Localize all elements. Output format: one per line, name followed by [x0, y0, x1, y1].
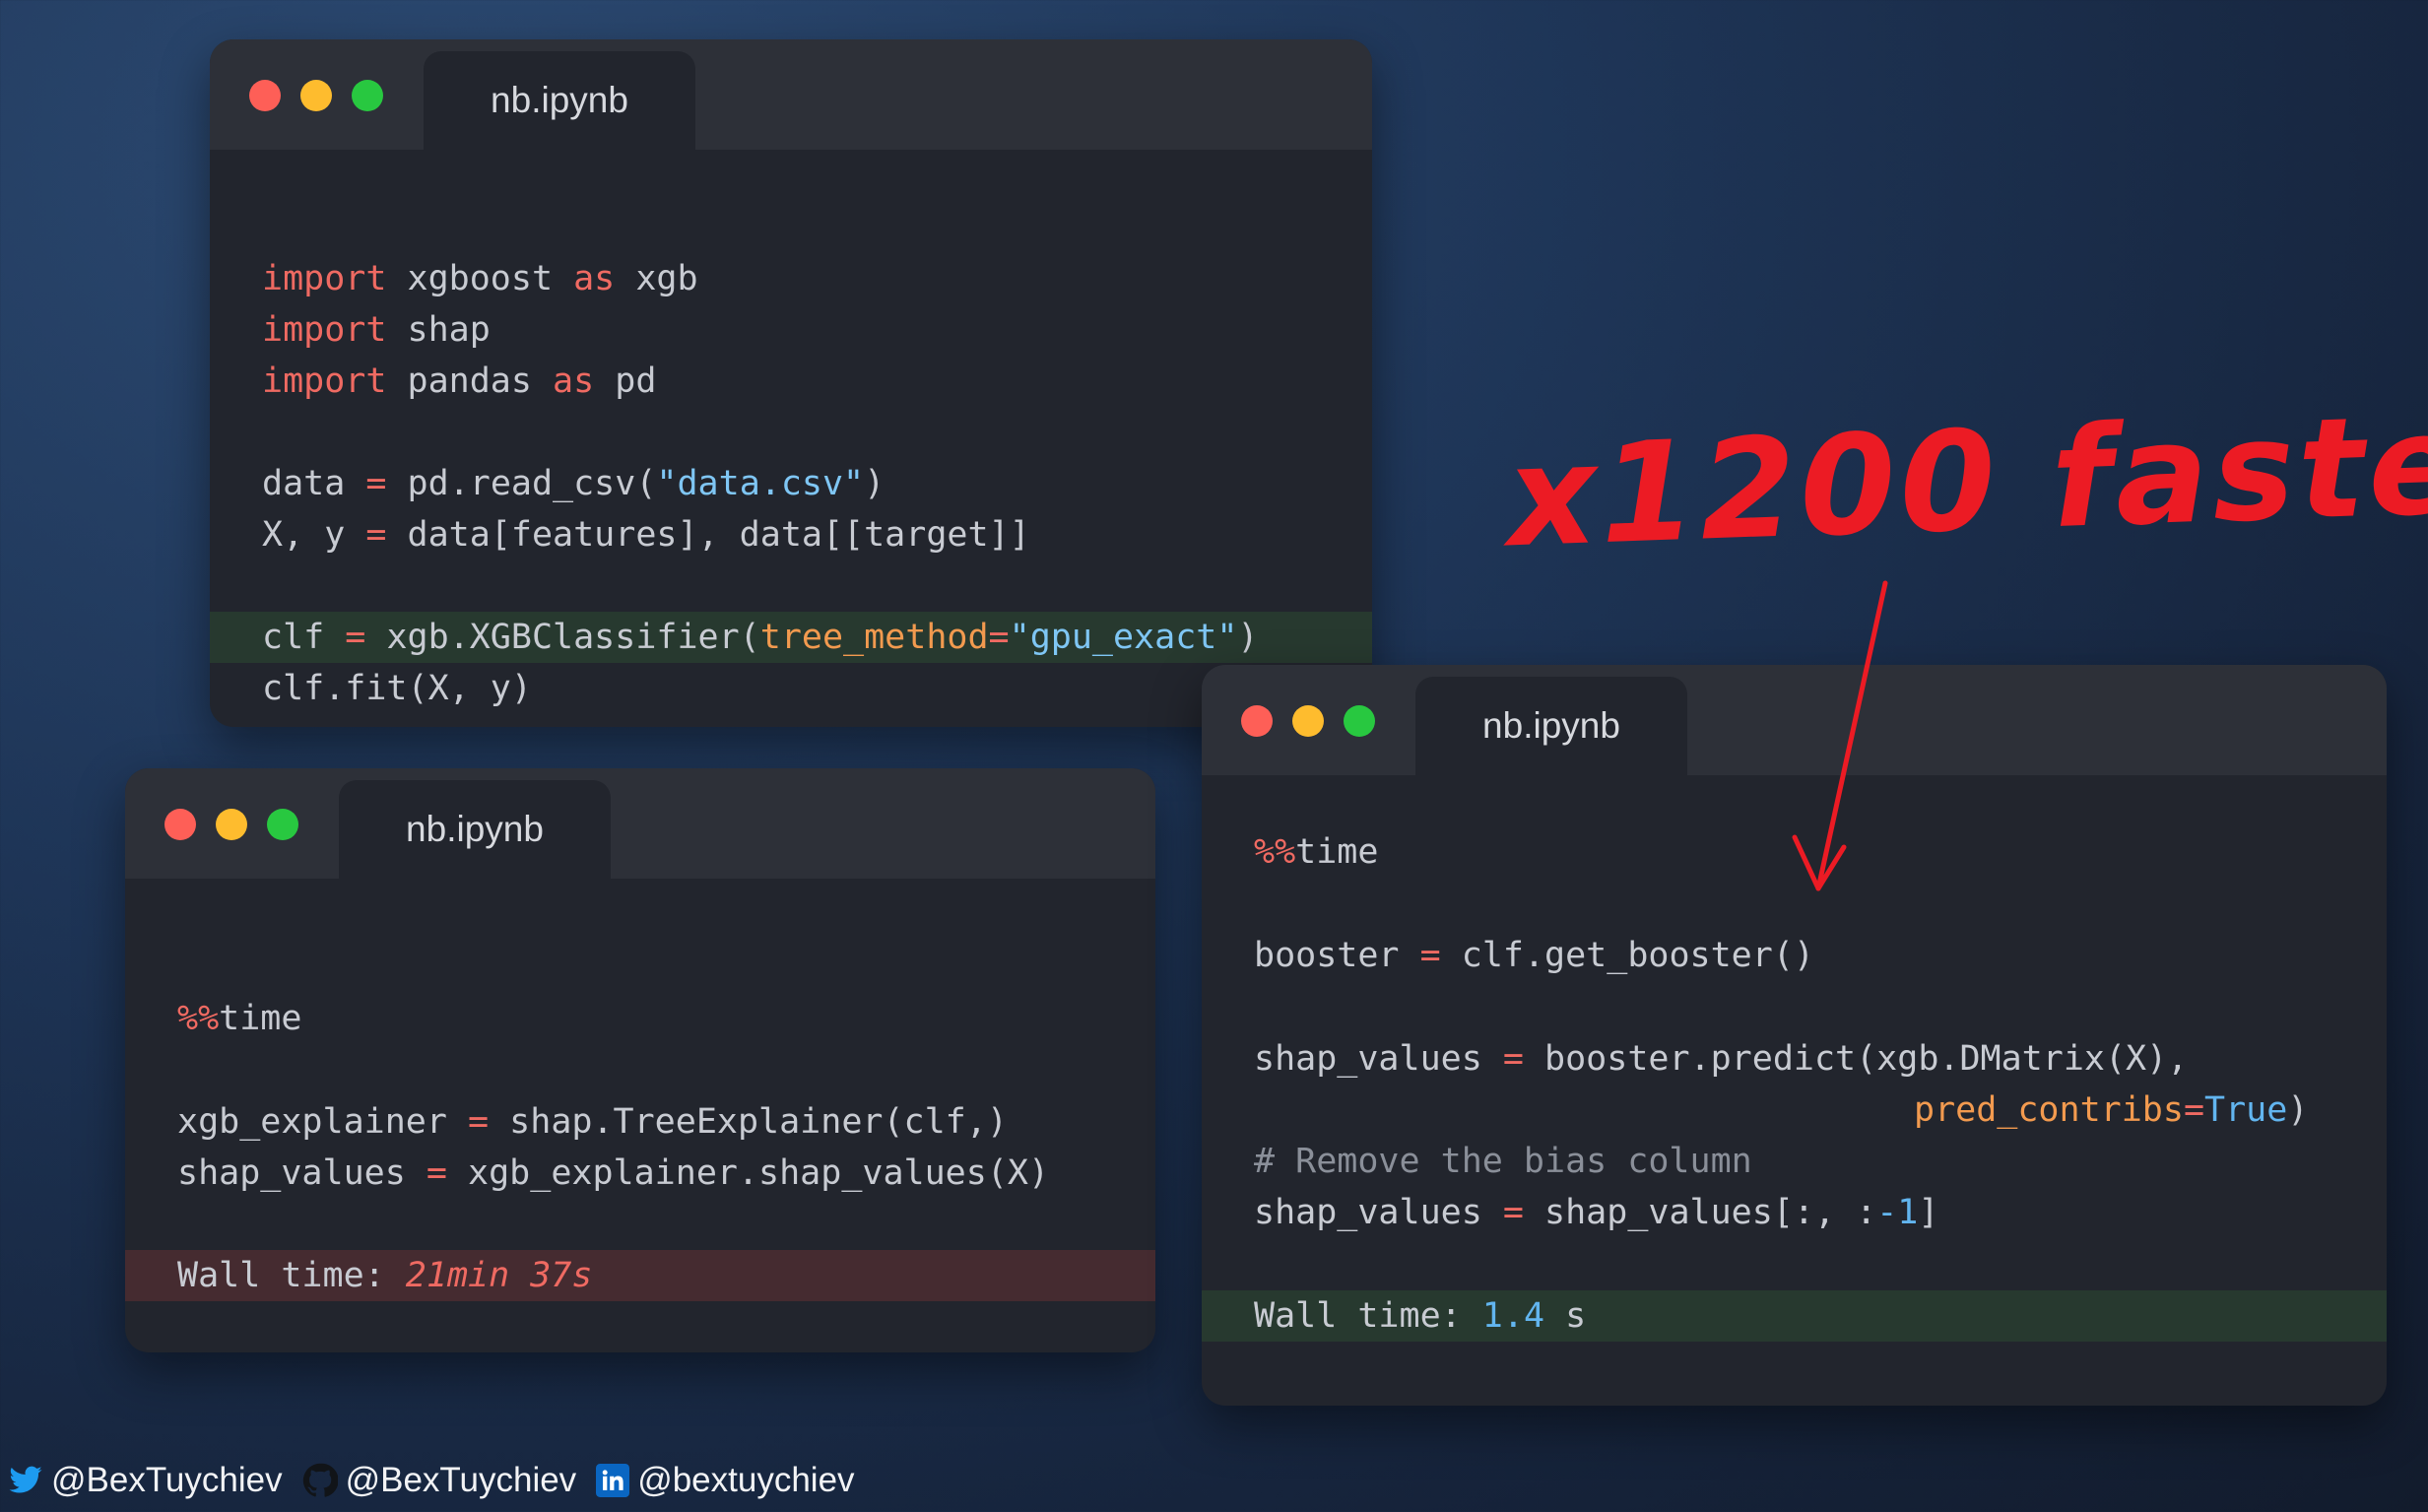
social-footer: @BexTuychiev @BexTuychiev @bextuychiev	[8, 1456, 875, 1505]
close-window-button[interactable]	[164, 809, 196, 840]
code-line: xgb_explainer = shap.TreeExplainer(clf,)	[177, 1102, 1008, 1142]
code-line: X, y = data[features], data[[target]]	[262, 515, 1030, 555]
maximize-window-button[interactable]	[352, 80, 383, 111]
code-line: %%time	[177, 999, 302, 1038]
speedup-annotation: x1200 faster!	[1504, 379, 2428, 579]
code-line: shap_values = booster.predict(xgb.DMatri…	[1254, 1039, 2189, 1079]
code-line: shap_values = xgb_explainer.shap_values(…	[177, 1153, 1050, 1193]
twitter-handle[interactable]: @BexTuychiev	[8, 1461, 283, 1500]
linkedin-icon	[596, 1464, 630, 1497]
wall-time-output-fast: Wall time: 1.4 s	[1202, 1290, 2387, 1342]
tab-nb-ipynb[interactable]: nb.ipynb	[339, 780, 611, 879]
github-handle[interactable]: @BexTuychiev	[302, 1461, 576, 1500]
top-notebook-window: nb.ipynb import xgboost as xgb import sh…	[210, 39, 1372, 727]
close-window-button[interactable]	[249, 80, 281, 111]
code-line: clf.fit(X, y)	[262, 669, 532, 708]
annotation-arrow-icon	[1792, 580, 1888, 891]
minimize-window-button[interactable]	[216, 809, 247, 840]
tab-nb-ipynb[interactable]: nb.ipynb	[1415, 677, 1687, 775]
window-titlebar: nb.ipynb	[210, 39, 1372, 150]
code-line: import pandas as pd	[262, 362, 657, 401]
maximize-window-button[interactable]	[1344, 705, 1375, 737]
code-line: import xgboost as xgb	[262, 259, 698, 298]
minimize-window-button[interactable]	[300, 80, 332, 111]
twitter-icon	[9, 1466, 42, 1493]
linkedin-handle[interactable]: @bextuychiev	[596, 1461, 855, 1500]
wall-time-output-slow: Wall time: 21min 37s	[125, 1250, 1155, 1301]
minimize-window-button[interactable]	[1292, 705, 1324, 737]
highlighted-code-line: clf = xgb.XGBClassifier(tree_method="gpu…	[210, 612, 1372, 663]
code-line: import shap	[262, 310, 491, 350]
code-cell[interactable]: %%time xgb_explainer = shap.TreeExplaine…	[125, 879, 1155, 1352]
code-line: booster = clf.get_booster()	[1254, 936, 1814, 975]
github-icon	[302, 1463, 338, 1497]
left-notebook-window: nb.ipynb %%time xgb_explainer = shap.Tre…	[125, 768, 1155, 1352]
close-window-button[interactable]	[1241, 705, 1273, 737]
code-comment: # Remove the bias column	[1254, 1142, 1752, 1181]
code-cell[interactable]: import xgboost as xgb import shap import…	[210, 150, 1372, 727]
code-line: pred_contribs=True)	[1914, 1090, 2309, 1130]
code-line: data = pd.read_csv("data.csv")	[262, 464, 886, 503]
maximize-window-button[interactable]	[267, 809, 298, 840]
tab-nb-ipynb[interactable]: nb.ipynb	[424, 51, 695, 150]
window-titlebar: nb.ipynb	[125, 768, 1155, 879]
code-line: shap_values = shap_values[:, :-1]	[1254, 1193, 1939, 1232]
